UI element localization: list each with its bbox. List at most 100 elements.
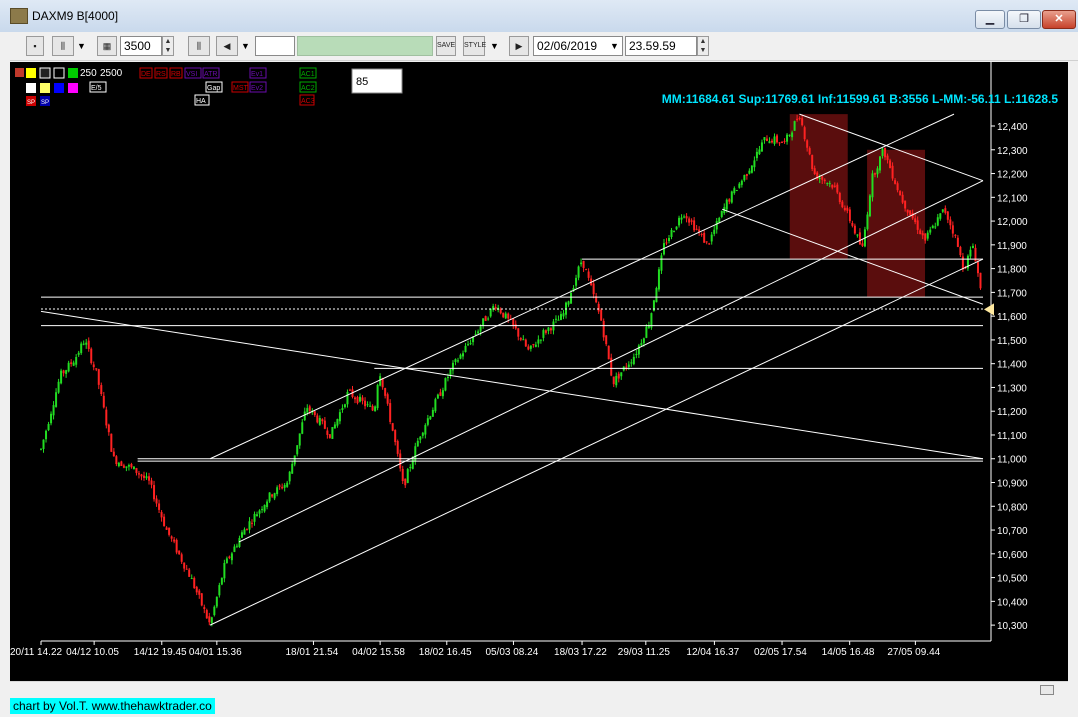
panel-value-250: 250 <box>80 68 97 79</box>
candle-body <box>261 509 264 511</box>
candle-body <box>539 339 542 341</box>
speaker-icon[interactable]: ◀ <box>216 36 238 56</box>
candle-body <box>170 536 173 539</box>
date-dropdown-icon[interactable]: ▼ <box>610 36 619 56</box>
candle-body <box>645 326 648 338</box>
scroll-thumb[interactable] <box>1040 685 1054 695</box>
color-swatch-black[interactable] <box>39 67 51 79</box>
candle-body <box>286 482 289 487</box>
candle-body <box>632 356 635 365</box>
bar-chart-icon[interactable]: ⫼ <box>188 36 210 56</box>
candle-body <box>185 568 188 570</box>
candle-body <box>612 376 615 385</box>
candle-body <box>657 269 660 290</box>
candle-body <box>158 503 161 510</box>
time-stepper[interactable]: ▲ ▼ <box>697 36 709 56</box>
candle-body <box>693 220 696 231</box>
bars-count-stepper[interactable]: ▲ ▼ <box>162 36 174 56</box>
candle-body <box>499 308 502 314</box>
bars-count-input[interactable]: 3500 <box>120 36 162 56</box>
chevron-down-icon[interactable]: ▼ <box>77 36 86 56</box>
y-tick-label: 10,800 <box>997 502 1028 513</box>
candle-body <box>587 271 590 278</box>
save-button[interactable]: SAVE <box>436 36 456 56</box>
restore-button[interactable]: ❐ <box>1007 10 1041 29</box>
candle-body <box>532 344 535 346</box>
color-swatch-lightyellow[interactable] <box>40 83 50 93</box>
close-button[interactable]: ✕ <box>1042 10 1076 29</box>
horizontal-scrollbar[interactable] <box>10 681 1068 699</box>
blank-field[interactable] <box>255 36 295 56</box>
candle-body <box>507 313 510 319</box>
candle-body <box>343 404 346 408</box>
candle-body <box>208 616 211 623</box>
candle-body <box>301 422 304 434</box>
candle-body <box>944 208 947 213</box>
candle-body <box>293 455 296 465</box>
candle-body <box>919 230 922 235</box>
candle-body <box>934 226 937 228</box>
candle-body <box>245 528 248 530</box>
panel-icon[interactable] <box>15 68 24 77</box>
candle-body <box>60 370 63 384</box>
chart-type-icon[interactable]: ⫼ <box>52 36 74 56</box>
color-swatch-blue[interactable] <box>54 83 64 93</box>
candle-body <box>193 577 196 588</box>
candle-body <box>404 478 407 486</box>
candle-body <box>431 409 434 417</box>
chevron-down-icon[interactable]: ▼ <box>241 36 250 56</box>
candle-body <box>846 207 849 211</box>
candle-body <box>926 232 929 239</box>
candle-body <box>85 342 88 345</box>
candle-body <box>936 217 939 226</box>
time-input[interactable]: 23.59.59 <box>625 36 697 56</box>
candle-body <box>248 521 251 530</box>
candle-body <box>47 424 50 431</box>
minimize-button[interactable]: ▁ <box>975 10 1005 29</box>
candle-body <box>371 405 374 411</box>
candle-body <box>668 237 670 242</box>
candle-body <box>683 216 686 218</box>
candle-body <box>396 441 399 454</box>
candle-body <box>909 210 912 216</box>
candle-body <box>868 195 871 217</box>
chevron-down-icon[interactable]: ▼ <box>490 36 499 56</box>
candle-body <box>580 262 583 265</box>
candle-body <box>477 331 480 334</box>
candle-body <box>77 352 80 355</box>
candle-body <box>534 344 537 347</box>
candle-body <box>183 562 186 569</box>
save-disk-icon[interactable]: ▪ <box>26 36 44 56</box>
color-swatch-white[interactable] <box>26 83 36 93</box>
candle-body <box>725 199 728 210</box>
candle-body <box>456 360 459 362</box>
play-icon[interactable]: ▶ <box>509 36 529 56</box>
candle-body <box>273 493 276 499</box>
candle-body <box>743 175 746 181</box>
color-swatch-dark[interactable] <box>53 67 65 79</box>
y-tick-label: 11,600 <box>997 312 1027 323</box>
candle-body <box>409 466 412 468</box>
candle-body <box>489 308 492 317</box>
calculator-icon[interactable]: ▦ <box>97 36 117 56</box>
candle-body <box>296 445 299 455</box>
candle-body <box>976 262 979 274</box>
candle-body <box>582 260 585 268</box>
style-button[interactable]: STYLE <box>463 36 486 56</box>
color-swatch-green[interactable] <box>68 68 78 78</box>
window-title: DAXM9 B[4000] <box>32 9 119 23</box>
candle-body <box>467 344 470 346</box>
candle-body <box>788 134 791 136</box>
candle-body <box>971 245 974 249</box>
candle-body <box>821 176 824 180</box>
candle-body <box>861 243 864 246</box>
candle-body <box>758 149 761 155</box>
candle-body <box>562 313 565 317</box>
candle-body <box>137 473 140 475</box>
candle-body <box>218 585 221 596</box>
candle-body <box>690 220 693 222</box>
chart-area[interactable]: 10,300 10,400 10,500 10,600 10,700 10,800 10,9… <box>10 62 1068 681</box>
price-chart[interactable]: 10,300 10,400 10,500 10,600 10,700 10,800 10,9… <box>10 62 1068 681</box>
color-swatch-yellow[interactable] <box>26 68 36 78</box>
color-swatch-magenta[interactable] <box>68 83 78 93</box>
